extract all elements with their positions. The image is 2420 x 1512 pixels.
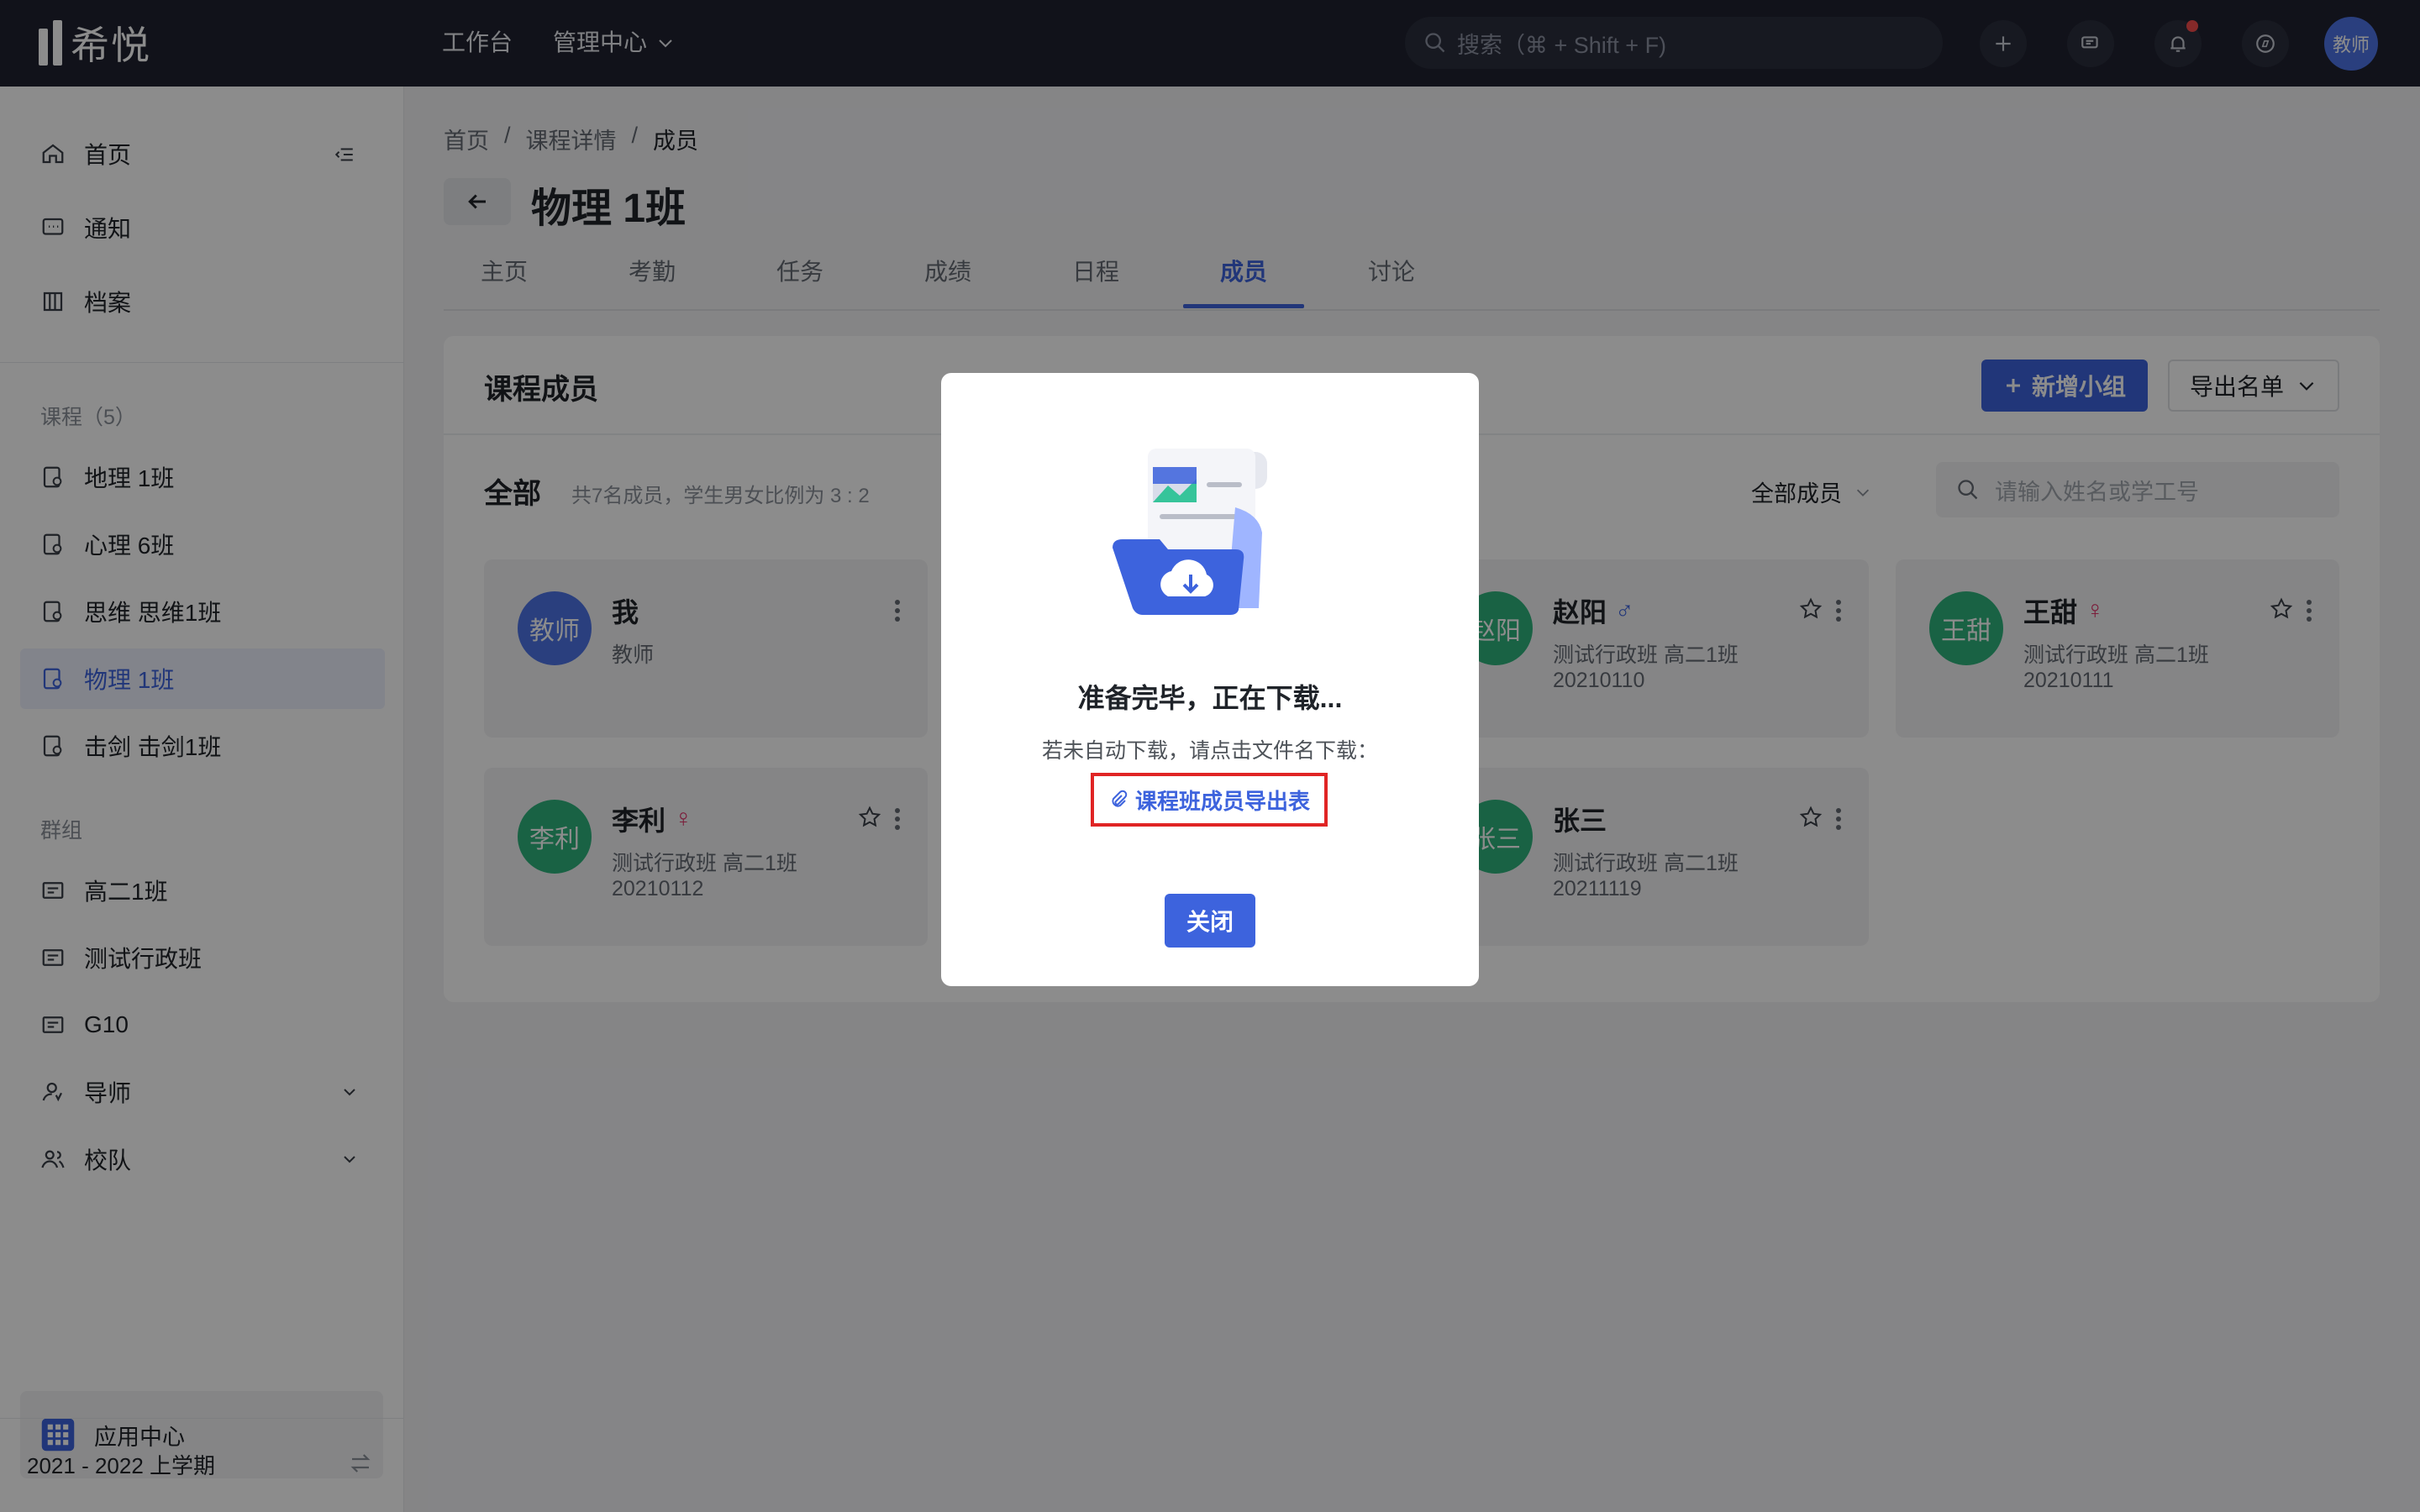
download-dialog: 准备完毕，正在下载... 若未自动下载，请点击文件名下载： 课程班成员导出表 关… <box>941 373 1479 986</box>
close-button[interactable]: 关闭 <box>1165 894 1255 948</box>
dialog-description: 若未自动下载，请点击文件名下载： <box>1041 739 1378 763</box>
folder-download-illustration <box>1113 449 1267 615</box>
export-file-link[interactable]: 课程班成员导出表 <box>1091 773 1328 827</box>
paperclip-icon <box>1112 790 1128 807</box>
dialog-title: 准备完毕，正在下载... <box>1077 683 1343 713</box>
